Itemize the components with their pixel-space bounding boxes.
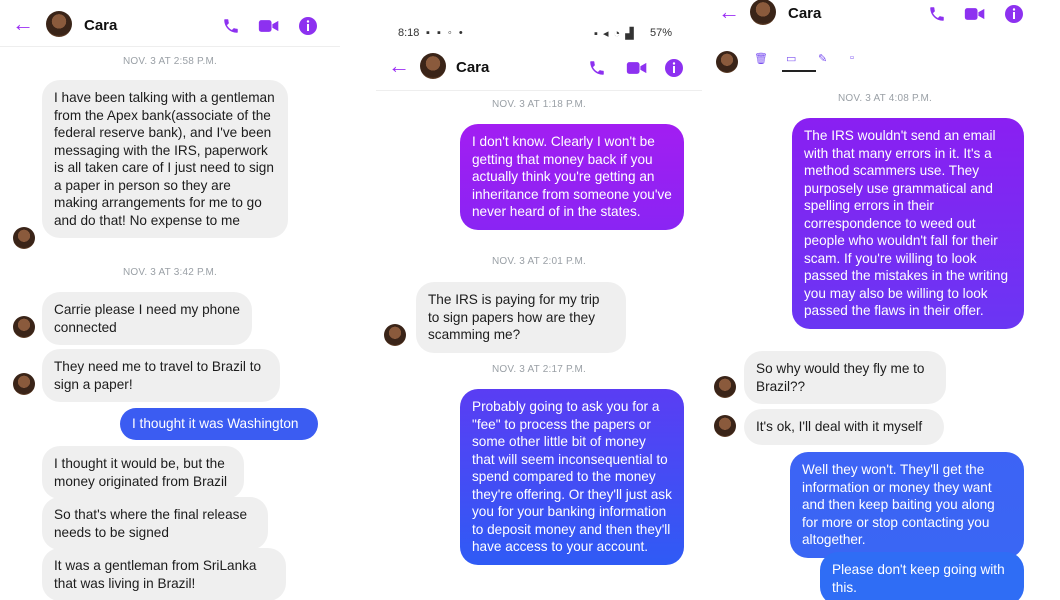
- phone-icon[interactable]: [928, 5, 946, 23]
- header-divider: [0, 46, 340, 47]
- avatar: [716, 51, 738, 73]
- sender-avatar: [13, 227, 35, 249]
- incoming-message[interactable]: So why would they fly me to Brazil??: [744, 351, 946, 404]
- phone-icon[interactable]: [588, 59, 606, 77]
- info-icon[interactable]: [664, 58, 684, 78]
- incoming-message[interactable]: Carrie please I need my phone connected: [42, 292, 252, 345]
- incoming-message[interactable]: It was a gentleman from SriLanka that wa…: [42, 548, 286, 600]
- incoming-message[interactable]: The IRS is paying for my trip to sign pa…: [416, 282, 626, 353]
- header-divider: [376, 90, 702, 91]
- chat-header: ← Cara: [0, 6, 340, 46]
- phone-icon[interactable]: [222, 17, 240, 35]
- status-time: 8:18: [398, 27, 420, 39]
- sender-avatar: [384, 324, 406, 346]
- chat-header: ← Cara: [710, 0, 1060, 34]
- incoming-message[interactable]: It's ok, I'll deal with it myself: [744, 409, 944, 445]
- conversation-panel-3: ← Cara 🗑︎ ▭ ✎ ▫ NOV. 3 AT 4:08 P.M. The …: [710, 0, 1060, 600]
- outgoing-message[interactable]: I don't know. Clearly I won't be getting…: [460, 124, 684, 230]
- timestamp: NOV. 3 AT 4:08 P.M.: [837, 93, 933, 104]
- outgoing-message[interactable]: Well they won't. They'll get the informa…: [790, 452, 1024, 558]
- video-icon[interactable]: [626, 59, 648, 77]
- contact-name[interactable]: Cara: [788, 5, 821, 22]
- info-icon[interactable]: [1004, 4, 1024, 24]
- sender-avatar: [714, 415, 736, 437]
- avatar[interactable]: [46, 11, 72, 37]
- contact-name[interactable]: Cara: [456, 59, 489, 76]
- contact-name[interactable]: Cara: [84, 17, 117, 34]
- avatar[interactable]: [420, 53, 446, 79]
- incoming-message[interactable]: I thought it would be, but the money ori…: [42, 446, 244, 499]
- timestamp: NOV. 3 AT 3:42 P.M.: [122, 267, 218, 278]
- outgoing-message[interactable]: I thought it was Washington: [120, 408, 318, 440]
- toolbar-selection-underline: [782, 70, 816, 72]
- note-icon[interactable]: ▫: [850, 52, 854, 64]
- back-arrow-icon[interactable]: ←: [12, 13, 34, 35]
- conversation-panel-2: 8:18 ▪ ▪ ◦ • ▪ ◂ ◔ ▟ 57% ← Cara NOV. 3 A…: [376, 0, 702, 600]
- conversation-panel-1: ← Cara NOV. 3 AT 2:58 P.M. I have been t…: [0, 0, 340, 600]
- folder-icon[interactable]: ▭: [786, 52, 796, 65]
- battery-level: 57%: [650, 27, 673, 39]
- status-notification-icons: ▪ ▪ ◦ •: [426, 27, 465, 39]
- back-arrow-icon[interactable]: ←: [718, 1, 740, 23]
- avatar[interactable]: [750, 0, 776, 25]
- chat-header: ← Cara: [376, 48, 702, 88]
- info-icon[interactable]: [298, 16, 318, 36]
- outgoing-message[interactable]: Please don't keep going with this.: [820, 552, 1024, 600]
- sender-avatar: [714, 376, 736, 398]
- incoming-message[interactable]: So that's where the final release needs …: [42, 497, 268, 550]
- incoming-message[interactable]: I have been talking with a gentleman fro…: [42, 80, 288, 238]
- timestamp: NOV. 3 AT 1:18 P.M.: [491, 99, 587, 110]
- video-icon[interactable]: [258, 17, 280, 35]
- sender-avatar: [13, 373, 35, 395]
- incoming-message[interactable]: They need me to travel to Brazil to sign…: [42, 349, 280, 402]
- status-signal-icons: ▪ ◂ ◔ ▟: [594, 28, 635, 40]
- timestamp: NOV. 3 AT 2:17 P.M.: [491, 364, 587, 375]
- timestamp: NOV. 3 AT 2:01 P.M.: [491, 256, 587, 267]
- outgoing-message[interactable]: Probably going to ask you for a "fee" to…: [460, 389, 684, 565]
- trash-icon[interactable]: 🗑︎: [754, 52, 768, 65]
- sender-avatar: [13, 316, 35, 338]
- video-icon[interactable]: [964, 5, 986, 23]
- back-arrow-icon[interactable]: ←: [388, 55, 410, 77]
- edit-icon[interactable]: ✎: [818, 52, 827, 65]
- timestamp: NOV. 3 AT 2:58 P.M.: [122, 56, 218, 67]
- outgoing-message[interactable]: The IRS wouldn't send an email with that…: [792, 118, 1024, 329]
